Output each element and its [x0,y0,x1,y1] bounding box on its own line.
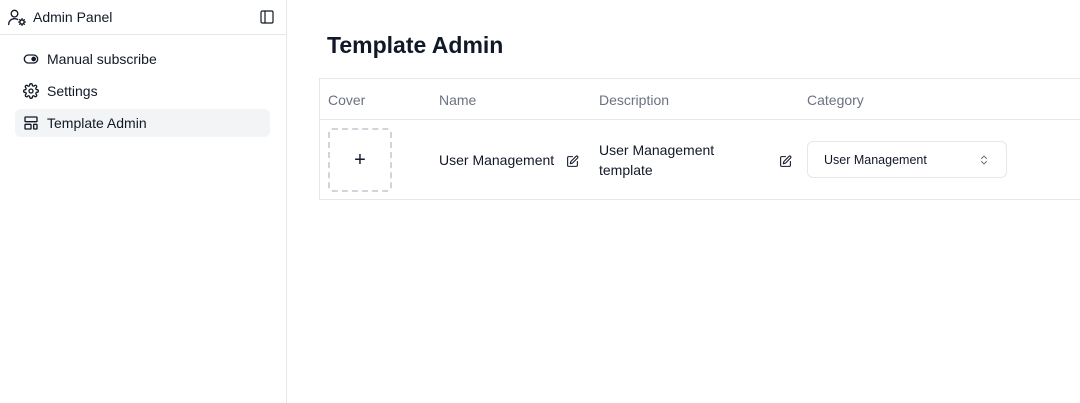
table-row: + User Management User Management templa… [320,120,1080,200]
edit-name-icon[interactable] [564,153,580,169]
sidebar-toggle-icon[interactable] [256,6,278,28]
sidebar-item-manual-subscribe[interactable]: Manual subscribe [15,45,270,73]
sidebar-header: Admin Panel [0,0,286,35]
sidebar-item-settings[interactable]: Settings [15,77,270,105]
category-select-value: User Management [824,152,927,167]
column-header-description: Description [599,92,670,108]
main-content: Template Admin Cover Name Description Ca… [287,0,1080,403]
sidebar: Admin Panel Manual subscribe Settings Te… [0,0,287,403]
table-header: Cover Name Description Category [320,79,1080,120]
cover-upload-button[interactable]: + [328,128,392,192]
category-select[interactable]: User Management [807,141,1007,178]
app-title: Admin Panel [33,9,113,25]
app-window: Admin Panel Manual subscribe Settings Te… [0,0,1080,403]
page-title: Template Admin [327,32,504,58]
edit-description-icon[interactable] [777,153,793,169]
column-header-category: Category [807,92,864,108]
column-header-cover: Cover [328,92,366,108]
layout-template-icon [23,115,39,131]
toggle-icon [23,51,39,67]
sidebar-nav: Manual subscribe Settings Template Admin [0,35,286,137]
template-description: User Management template [599,142,715,178]
chevrons-up-down-icon [978,154,990,166]
template-name: User Management [439,152,555,168]
sidebar-item-label: Manual subscribe [47,51,157,67]
sidebar-item-label: Settings [47,83,98,99]
template-table: Cover Name Description Category + User M… [319,78,1080,200]
plus-icon: + [354,148,366,171]
user-gear-icon [7,7,27,27]
sidebar-item-label: Template Admin [47,115,147,131]
sidebar-item-template-admin[interactable]: Template Admin [15,109,270,137]
column-header-name: Name [439,92,477,108]
gear-icon [23,83,39,99]
